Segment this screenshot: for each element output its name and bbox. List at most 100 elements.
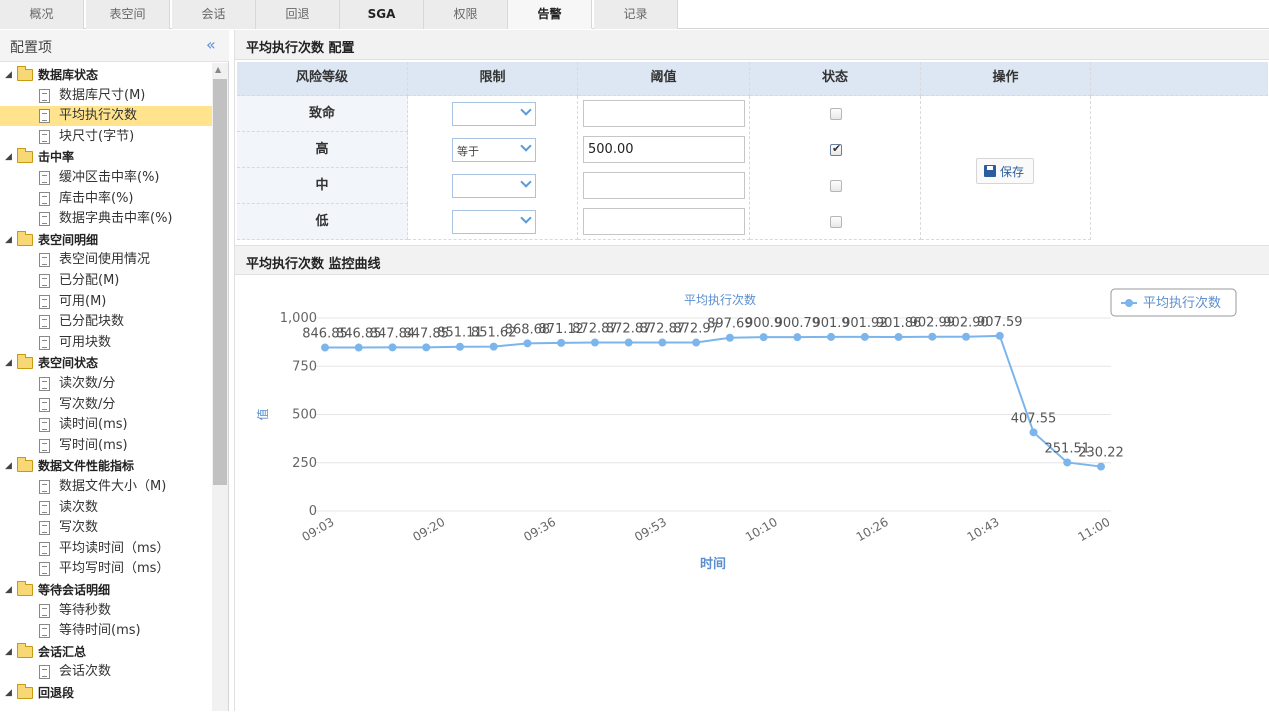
- expand-arrow-icon[interactable]: ◢: [5, 456, 12, 476]
- tree-item[interactable]: 数据文件大小（M): [0, 477, 212, 497]
- document-icon: [39, 109, 50, 124]
- tree-item[interactable]: 表空间使用情况: [0, 250, 212, 270]
- threshold-input-high[interactable]: 500.00: [583, 136, 745, 163]
- tree-item[interactable]: 块尺寸(字节): [0, 127, 212, 147]
- x-tick-label: 09:20: [410, 515, 447, 544]
- folder-icon: [17, 684, 33, 699]
- limit-select-low[interactable]: [452, 210, 536, 234]
- tree-item[interactable]: 平均执行次数: [0, 106, 212, 127]
- tree-item-label: 写次数/分: [59, 396, 116, 412]
- tree-group[interactable]: ◢ 表空间状态: [0, 353, 212, 373]
- tab-sga[interactable]: SGA: [340, 0, 424, 29]
- limit-select-high[interactable]: 等于: [452, 138, 536, 162]
- tree-item[interactable]: 写次数/分: [0, 395, 212, 415]
- row-level-fatal: 致命: [237, 96, 408, 132]
- tree-item[interactable]: 读次数/分: [0, 374, 212, 394]
- data-point: [489, 342, 498, 351]
- expand-arrow-icon[interactable]: ◢: [5, 65, 12, 85]
- monitor-panel-title: 平均执行次数 监控曲线: [246, 257, 381, 272]
- col-header-threshold: 阈值: [578, 62, 750, 96]
- x-tick-label: 09:03: [300, 515, 337, 544]
- chart-title: 平均执行次数: [684, 292, 756, 307]
- tree-item[interactable]: 等待秒数: [0, 601, 212, 621]
- expand-arrow-icon[interactable]: ◢: [5, 230, 12, 250]
- tree-group-label: 等待会话明细: [38, 583, 111, 597]
- y-tick-label: 0: [309, 504, 317, 519]
- data-point: [793, 333, 802, 342]
- scroll-up-arrow-icon[interactable]: ▲: [215, 65, 221, 74]
- tab-log[interactable]: 记录: [594, 0, 678, 29]
- tree-item[interactable]: 已分配(M): [0, 271, 212, 291]
- data-label: 407.55: [1011, 411, 1057, 426]
- tab-permission[interactable]: 权限: [424, 0, 508, 29]
- tree-item[interactable]: 写时间(ms): [0, 436, 212, 456]
- limit-select-fatal[interactable]: [452, 102, 536, 126]
- threshold-input-medium[interactable]: [583, 172, 745, 199]
- chevron-down-icon: [520, 140, 532, 152]
- save-button[interactable]: 保存: [976, 158, 1034, 184]
- tree-group-label: 回退段: [38, 686, 75, 700]
- tree-item[interactable]: 可用块数: [0, 333, 212, 353]
- document-icon: [39, 88, 50, 103]
- tree-item[interactable]: 数据库尺寸(M): [0, 86, 212, 106]
- monitor-panel-header: 平均执行次数 监控曲线: [235, 245, 1269, 275]
- tree-item[interactable]: 读次数: [0, 498, 212, 518]
- document-icon: [39, 500, 50, 515]
- status-checkbox-medium[interactable]: [830, 180, 842, 192]
- monitor-chart-area: 平均执行次数 0 250 500 750 1,000 值 09:03 09:20 09:36 09:…: [235, 278, 1269, 711]
- limit-select-medium[interactable]: [452, 174, 536, 198]
- status-checkbox-fatal[interactable]: [830, 108, 842, 120]
- data-point: [590, 338, 599, 347]
- save-disk-icon: [984, 165, 996, 177]
- status-checkbox-low[interactable]: [830, 216, 842, 228]
- threshold-input-low[interactable]: [583, 208, 745, 235]
- tree-group[interactable]: ◢ 会话汇总: [0, 642, 212, 662]
- main-panel: 平均执行次数 配置 风险等级 限制 阈值 状态 操作 致命 高 中 低 等于 5…: [234, 30, 1269, 711]
- expand-arrow-icon[interactable]: ◢: [5, 147, 12, 167]
- tree-item[interactable]: 读时间(ms): [0, 415, 212, 435]
- tree-group[interactable]: ◢ 表空间明细: [0, 230, 212, 250]
- status-checkbox-high[interactable]: [830, 142, 842, 156]
- tree-group-label: 表空间明细: [38, 232, 99, 247]
- data-point: [725, 333, 734, 342]
- folder-icon: [17, 457, 33, 473]
- expand-arrow-icon[interactable]: ◢: [5, 683, 12, 703]
- sidebar-scrollbar-thumb[interactable]: [213, 79, 227, 485]
- tree-group-label: 击中率: [38, 150, 75, 165]
- expand-arrow-icon[interactable]: ◢: [5, 353, 12, 373]
- tree-group[interactable]: ◢ 数据文件性能指标: [0, 456, 212, 476]
- tree-item[interactable]: 平均读时间（ms）: [0, 539, 212, 559]
- document-icon: [39, 212, 50, 227]
- document-icon: [39, 603, 50, 618]
- expand-arrow-icon[interactable]: ◢: [5, 642, 12, 662]
- collapse-sidebar-icon[interactable]: «: [206, 35, 216, 54]
- tree-group[interactable]: ◢ 回退段: [0, 683, 212, 703]
- y-tick-label: 1,000: [280, 311, 317, 326]
- data-point: [995, 331, 1004, 340]
- tree-item[interactable]: 会话次数: [0, 662, 212, 682]
- legend-marker: [1125, 299, 1133, 307]
- expand-arrow-icon[interactable]: ◢: [5, 580, 12, 600]
- tab-tablespace[interactable]: 表空间: [86, 0, 170, 29]
- tree-group[interactable]: ◢ 等待会话明细: [0, 580, 212, 600]
- tree-item-label: 等待秒数: [59, 602, 112, 618]
- tree-item[interactable]: 可用(M): [0, 292, 212, 312]
- tree-group[interactable]: ◢ 击中率: [0, 147, 212, 167]
- tree-item[interactable]: 已分配块数: [0, 312, 212, 332]
- save-button-label: 保存: [1000, 165, 1025, 179]
- tab-rollback[interactable]: 回退: [256, 0, 340, 29]
- tree-item[interactable]: 缓冲区击中率(%): [0, 168, 212, 188]
- tree-item[interactable]: 等待时间(ms): [0, 621, 212, 641]
- tree-item[interactable]: 平均写时间（ms）: [0, 559, 212, 579]
- tree-item[interactable]: 库击中率(%): [0, 189, 212, 209]
- tab-session[interactable]: 会话: [172, 0, 256, 29]
- threshold-input-fatal[interactable]: [583, 100, 745, 127]
- tab-alert[interactable]: 告警: [508, 0, 592, 29]
- tab-overview[interactable]: 概况: [0, 0, 84, 29]
- tree-item[interactable]: 数据字典击中率(%): [0, 209, 212, 229]
- data-point: [523, 339, 532, 348]
- series-line: [325, 334, 1102, 468]
- tree-item[interactable]: 写次数: [0, 518, 212, 538]
- x-tick-label: 10:26: [854, 515, 891, 544]
- tree-group[interactable]: ◢ 数据库状态: [0, 65, 212, 85]
